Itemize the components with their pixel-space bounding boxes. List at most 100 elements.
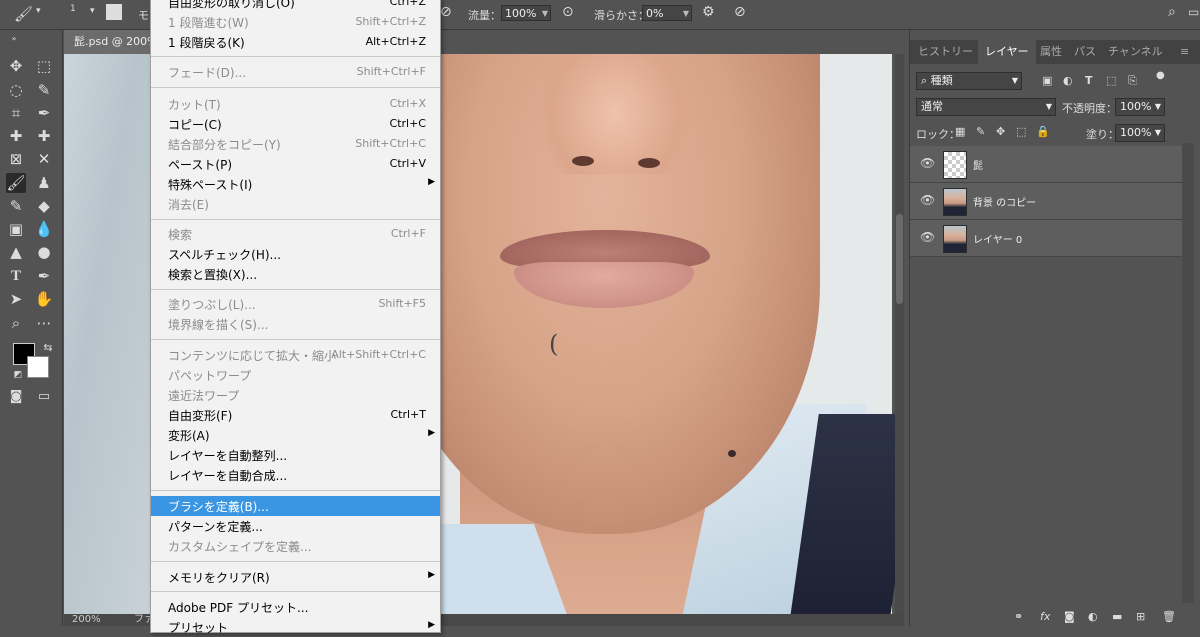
layer-name[interactable]: 髭: [973, 157, 983, 172]
canvas-vertical-scrollbar[interactable]: [895, 54, 904, 614]
path-selection-tool-icon[interactable]: ➤: [6, 289, 26, 309]
menu-item-define-brush[interactable]: ブラシを定義(B)...: [151, 496, 440, 516]
filter-smart-object-icon[interactable]: ⎘: [1128, 74, 1137, 88]
dodge-tool-icon[interactable]: ▲: [6, 242, 26, 262]
tab-history[interactable]: ヒストリー: [918, 40, 973, 64]
type-tool-icon[interactable]: T: [6, 266, 26, 286]
eye-icon[interactable]: 👁: [920, 193, 935, 207]
blur-tool-icon[interactable]: 💧: [34, 219, 54, 239]
flow-field[interactable]: 100% ▼: [501, 5, 551, 21]
lock-image-icon[interactable]: ✎: [976, 125, 985, 138]
menu-item-purge[interactable]: メモリをクリア(R) ▶: [151, 567, 440, 587]
menu-item-copy[interactable]: コピー(C) Ctrl+C: [151, 114, 440, 134]
lock-artboard-icon[interactable]: ⬚: [1016, 125, 1026, 138]
brush-picker-dropdown-icon[interactable]: ▾: [90, 6, 95, 16]
tab-paths[interactable]: パス: [1074, 40, 1096, 64]
move-tool-icon[interactable]: ✥: [6, 56, 26, 76]
more-tools-icon[interactable]: ⋯: [34, 313, 54, 333]
eye-icon[interactable]: 👁: [920, 156, 935, 170]
layer-row[interactable]: 👁 レイヤー 0: [910, 220, 1182, 257]
filter-type-icon[interactable]: T: [1085, 74, 1093, 87]
add-mask-icon[interactable]: ◙: [1064, 610, 1075, 623]
lock-position-icon[interactable]: ✥: [996, 125, 1005, 138]
filter-toggle-icon[interactable]: ●: [1156, 70, 1165, 81]
marquee-tool-icon[interactable]: ⬚: [34, 56, 54, 76]
chevron-down-icon[interactable]: ▼: [542, 6, 548, 22]
quick-selection-tool-icon[interactable]: ✎: [34, 80, 54, 100]
eraser-tool-icon[interactable]: ◆: [34, 196, 54, 216]
layer-row[interactable]: 👁 背景 のコピー: [910, 183, 1182, 220]
history-brush-tool-icon[interactable]: ✎: [6, 196, 26, 216]
menu-item-perspective-warp[interactable]: 遠近法ワープ: [151, 385, 440, 405]
crop-tool-icon[interactable]: ⌗: [6, 103, 26, 123]
menu-item-stroke[interactable]: 境界線を描く(S)...: [151, 314, 440, 334]
new-layer-icon[interactable]: ⊞: [1136, 610, 1145, 623]
eyedropper-tool-icon[interactable]: ✒: [34, 103, 54, 123]
zoom-level[interactable]: 200%: [72, 614, 101, 626]
brush-tool-icon[interactable]: 🖌: [6, 173, 26, 193]
patch-tool-icon[interactable]: ✚: [34, 126, 54, 146]
menu-item-step-backward[interactable]: 1 段階戻る(K) Alt+Ctrl+Z: [151, 32, 440, 52]
menu-item-search[interactable]: 検索 Ctrl+F: [151, 224, 440, 244]
pen-tool-icon[interactable]: ✒: [34, 266, 54, 286]
blend-mode-select[interactable]: 通常 ▼: [916, 98, 1056, 116]
menu-item-puppet-warp[interactable]: パペットワープ: [151, 365, 440, 385]
content-aware-move-tool-icon[interactable]: ✕: [34, 149, 54, 169]
spot-healing-tool-icon[interactable]: ✚: [6, 126, 26, 146]
lasso-tool-icon[interactable]: ◌: [6, 80, 26, 100]
chevron-down-icon[interactable]: ▼: [683, 6, 689, 22]
opacity-field[interactable]: 100% ▼: [1115, 98, 1165, 116]
menu-item-auto-blend-layers[interactable]: レイヤーを自動合成...: [151, 465, 440, 485]
menu-item-auto-align-layers[interactable]: レイヤーを自動整列...: [151, 445, 440, 465]
tab-layers[interactable]: レイヤー: [978, 40, 1036, 64]
layer-name[interactable]: 背景 のコピー: [973, 194, 1036, 209]
swap-colors-icon[interactable]: ⇆: [38, 338, 58, 358]
workspace-icon[interactable]: ▭: [1188, 5, 1199, 19]
background-color-swatch[interactable]: [27, 356, 49, 378]
gradient-tool-icon[interactable]: ▣: [6, 219, 26, 239]
burn-tool-icon[interactable]: ●: [34, 242, 54, 262]
filter-kind-select[interactable]: ⌕ 種類 ▼: [916, 72, 1022, 90]
layer-name[interactable]: レイヤー 0: [973, 231, 1022, 246]
lock-transparent-icon[interactable]: ▦: [955, 125, 965, 138]
new-group-icon[interactable]: ▬: [1112, 610, 1122, 623]
menu-item-fade[interactable]: フェード(D)... Shift+Ctrl+F: [151, 62, 440, 82]
clone-stamp-tool-icon[interactable]: ♟: [34, 173, 54, 193]
layer-row[interactable]: 👁 髭: [910, 146, 1182, 183]
menu-item-presets[interactable]: プリセット ▶: [151, 617, 440, 637]
scrollbar-thumb[interactable]: [896, 214, 903, 304]
menu-item-undo-free-transform[interactable]: 自由変形の取り消し(O) Ctrl+Z: [151, 0, 440, 12]
tool-preset-dropdown-icon[interactable]: ▾: [36, 6, 41, 16]
brush-tool-icon[interactable]: 🖌: [14, 5, 33, 23]
trash-icon[interactable]: 🗑: [1162, 610, 1176, 623]
filter-pixel-icon[interactable]: ▣: [1042, 74, 1052, 87]
menu-item-pdf-presets[interactable]: Adobe PDF プリセット...: [151, 597, 440, 617]
filter-shape-icon[interactable]: ⬚: [1106, 74, 1116, 87]
layers-scrollbar[interactable]: [1182, 143, 1194, 603]
airbrush-icon[interactable]: ⊙: [562, 4, 574, 20]
default-colors-icon[interactable]: ◩: [8, 365, 28, 385]
menu-item-cut[interactable]: カット(T) Ctrl+X: [151, 94, 440, 114]
lock-all-icon[interactable]: 🔒: [1036, 125, 1050, 138]
menu-item-define-pattern[interactable]: パターンを定義...: [151, 516, 440, 536]
menu-item-define-custom-shape[interactable]: カスタムシェイプを定義...: [151, 536, 440, 556]
smoothing-field[interactable]: 0% ▼: [642, 5, 692, 21]
pressure-opacity-icon[interactable]: ⊘: [440, 4, 452, 20]
search-icon[interactable]: ⌕: [1168, 4, 1176, 20]
panel-grip-icon[interactable]: »: [4, 35, 24, 43]
tab-channels[interactable]: チャンネル: [1108, 40, 1163, 64]
gear-icon[interactable]: ⚙: [702, 4, 715, 20]
hand-tool-icon[interactable]: ✋: [34, 289, 54, 309]
menu-item-step-forward[interactable]: 1 段階進む(W) Shift+Ctrl+Z: [151, 12, 440, 32]
screen-mode-icon[interactable]: ▭: [34, 387, 54, 407]
zoom-tool-icon[interactable]: ⌕: [6, 313, 26, 333]
menu-item-find-replace[interactable]: 検索と置換(X)...: [151, 264, 440, 284]
document-tab[interactable]: 髭.psd @ 200%: [64, 30, 150, 54]
adjustment-layer-icon[interactable]: ◐: [1088, 610, 1098, 623]
menu-item-clear[interactable]: 消去(E): [151, 194, 440, 214]
frame-tool-icon[interactable]: ⊠: [6, 149, 26, 169]
menu-item-copy-merged[interactable]: 結合部分をコピー(Y) Shift+Ctrl+C: [151, 134, 440, 154]
menu-item-paste-special[interactable]: 特殊ペースト(I) ▶: [151, 174, 440, 194]
panel-menu-icon[interactable]: ≡: [1180, 40, 1189, 64]
fx-icon[interactable]: fx: [1040, 610, 1050, 623]
